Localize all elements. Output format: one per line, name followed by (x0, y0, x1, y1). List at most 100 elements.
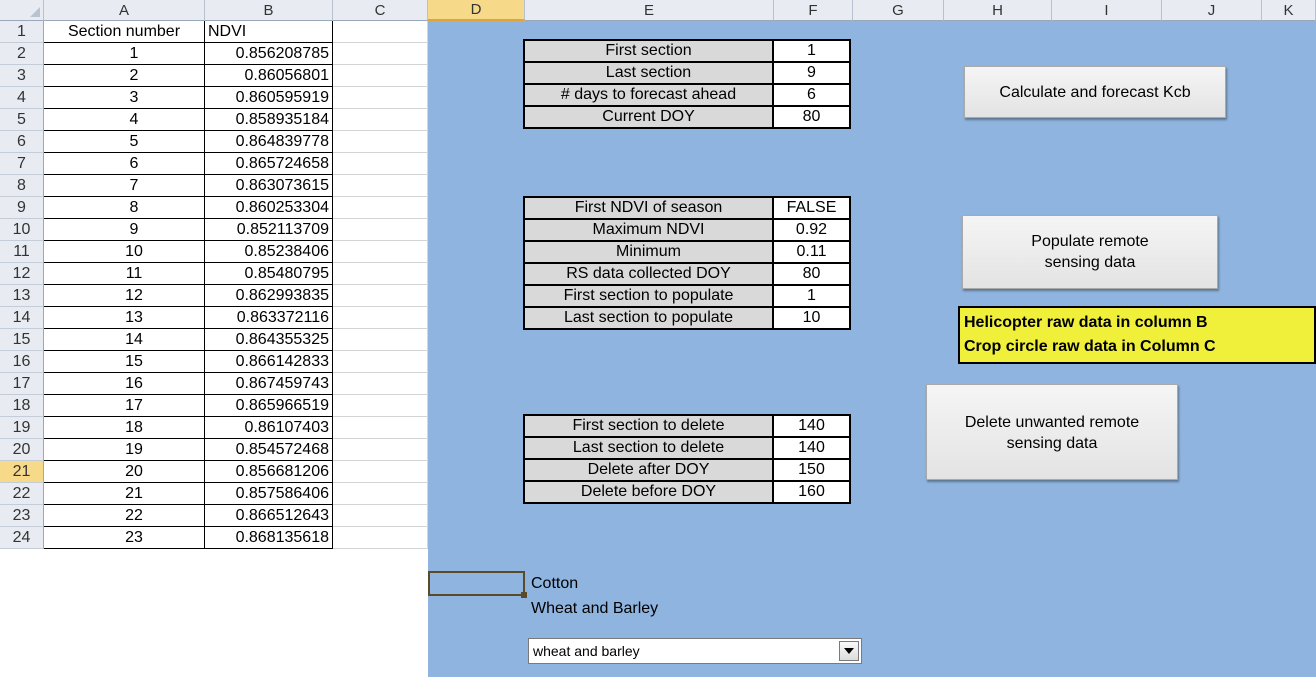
rs-param-label[interactable]: Minimum (523, 240, 774, 264)
active-cell-d21[interactable] (428, 571, 527, 598)
ndvi-cell[interactable]: 0.865966519 (205, 395, 333, 417)
section-number-cell[interactable]: 2 (44, 65, 205, 87)
column-header-e[interactable]: E (525, 0, 774, 21)
column-header-i[interactable]: I (1052, 0, 1162, 21)
ndvi-cell[interactable]: 0.85238406 (205, 241, 333, 263)
chevron-down-icon[interactable] (839, 641, 859, 661)
rs-param-value[interactable]: 0.11 (772, 240, 851, 264)
ndvi-cell[interactable]: 0.85480795 (205, 263, 333, 285)
section-number-cell[interactable]: 13 (44, 307, 205, 329)
ndvi-cell[interactable]: 0.86056801 (205, 65, 333, 87)
section-number-cell[interactable]: 9 (44, 219, 205, 241)
empty-cell-c[interactable] (333, 439, 428, 461)
section-number-cell[interactable]: 1 (44, 43, 205, 65)
ndvi-cell[interactable]: 0.858935184 (205, 109, 333, 131)
empty-cell-c[interactable] (333, 65, 428, 87)
rs-param-value[interactable]: 0.92 (772, 218, 851, 242)
row-header[interactable]: 22 (0, 483, 44, 505)
delete-param-label[interactable]: First section to delete (523, 414, 774, 438)
empty-cell-c[interactable] (333, 241, 428, 263)
section-number-cell[interactable]: 17 (44, 395, 205, 417)
ndvi-cell[interactable]: 0.863372116 (205, 307, 333, 329)
empty-cell-c[interactable] (333, 263, 428, 285)
column-header-g[interactable]: G (853, 0, 944, 21)
column-header-f[interactable]: F (774, 0, 853, 21)
empty-cell-c[interactable] (333, 131, 428, 153)
column-header-c[interactable]: C (333, 0, 428, 21)
ndvi-cell[interactable]: 0.856681206 (205, 461, 333, 483)
empty-cell-c[interactable] (333, 87, 428, 109)
section-number-cell[interactable]: 18 (44, 417, 205, 439)
section-number-cell[interactable]: 6 (44, 153, 205, 175)
empty-cell-c[interactable] (333, 307, 428, 329)
empty-cell-c[interactable] (333, 21, 428, 43)
row-header[interactable]: 11 (0, 241, 44, 263)
column-header-k[interactable]: K (1262, 0, 1316, 21)
section-number-cell[interactable]: 10 (44, 241, 205, 263)
column-header-j[interactable]: J (1162, 0, 1262, 21)
rs-param-label[interactable]: Last section to populate (523, 306, 774, 330)
populate-remote-sensing-button[interactable]: Populate remote sensing data (962, 215, 1218, 289)
section-number-cell[interactable]: 8 (44, 197, 205, 219)
row-header[interactable]: 21 (0, 461, 44, 483)
empty-cell-c[interactable] (333, 417, 428, 439)
rs-param-value[interactable]: FALSE (772, 196, 851, 220)
row-header[interactable]: 8 (0, 175, 44, 197)
ndvi-cell[interactable]: 0.862993835 (205, 285, 333, 307)
row-header[interactable]: 12 (0, 263, 44, 285)
empty-cell-c[interactable] (333, 219, 428, 241)
ndvi-cell[interactable]: 0.868135618 (205, 527, 333, 549)
forecast-param-label[interactable]: Current DOY (523, 105, 774, 129)
forecast-param-value[interactable]: 6 (772, 83, 851, 107)
ndvi-cell[interactable]: 0.863073615 (205, 175, 333, 197)
section-number-cell[interactable]: 20 (44, 461, 205, 483)
delete-param-label[interactable]: Delete after DOY (523, 458, 774, 482)
rs-param-label[interactable]: RS data collected DOY (523, 262, 774, 286)
ndvi-cell[interactable]: 0.866142833 (205, 351, 333, 373)
ndvi-cell[interactable]: 0.867459743 (205, 373, 333, 395)
rs-param-label[interactable]: First NDVI of season (523, 196, 774, 220)
empty-cell-c[interactable] (333, 109, 428, 131)
section-number-cell[interactable]: 23 (44, 527, 205, 549)
delete-param-value[interactable]: 140 (772, 414, 851, 438)
row-header[interactable]: 10 (0, 219, 44, 241)
ndvi-cell[interactable]: 0.864839778 (205, 131, 333, 153)
ndvi-cell[interactable]: 0.854572468 (205, 439, 333, 461)
ndvi-header[interactable]: NDVI (205, 21, 333, 43)
empty-cell-c[interactable] (333, 197, 428, 219)
rs-param-value[interactable]: 80 (772, 262, 851, 286)
row-header[interactable]: 17 (0, 373, 44, 395)
section-number-cell[interactable]: 22 (44, 505, 205, 527)
row-header[interactable]: 1 (0, 21, 44, 43)
ndvi-cell[interactable]: 0.864355325 (205, 329, 333, 351)
section-number-header[interactable]: Section number (44, 21, 205, 43)
empty-cell-c[interactable] (333, 527, 428, 549)
row-header[interactable]: 20 (0, 439, 44, 461)
column-header-a[interactable]: A (44, 0, 205, 21)
row-header[interactable]: 23 (0, 505, 44, 527)
delete-param-label[interactable]: Last section to delete (523, 436, 774, 460)
crop-type-dropdown[interactable]: wheat and barley (528, 638, 862, 664)
ndvi-cell[interactable]: 0.856208785 (205, 43, 333, 65)
empty-cell-c[interactable] (333, 285, 428, 307)
section-number-cell[interactable]: 3 (44, 87, 205, 109)
row-header[interactable]: 2 (0, 43, 44, 65)
row-header[interactable]: 18 (0, 395, 44, 417)
delete-param-value[interactable]: 160 (772, 480, 851, 504)
row-header[interactable]: 24 (0, 527, 44, 549)
delete-unwanted-data-button[interactable]: Delete unwanted remote sensing data (926, 384, 1178, 480)
row-header[interactable]: 9 (0, 197, 44, 219)
ndvi-cell[interactable]: 0.866512643 (205, 505, 333, 527)
empty-cell-c[interactable] (333, 175, 428, 197)
empty-cell-c[interactable] (333, 483, 428, 505)
delete-param-value[interactable]: 150 (772, 458, 851, 482)
forecast-param-label[interactable]: Last section (523, 61, 774, 85)
row-header[interactable]: 15 (0, 329, 44, 351)
ndvi-cell[interactable]: 0.852113709 (205, 219, 333, 241)
row-header[interactable]: 19 (0, 417, 44, 439)
section-number-cell[interactable]: 7 (44, 175, 205, 197)
delete-param-value[interactable]: 140 (772, 436, 851, 460)
rs-param-label[interactable]: Maximum NDVI (523, 218, 774, 242)
column-header-b[interactable]: B (205, 0, 333, 21)
column-header-d[interactable]: D (428, 0, 525, 21)
